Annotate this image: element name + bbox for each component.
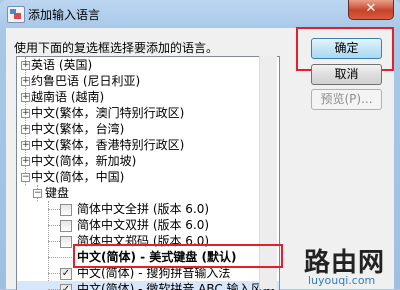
window-icon bbox=[7, 6, 25, 23]
tree-line bbox=[48, 273, 60, 274]
tree-item-label: 英语 (英国) bbox=[31, 58, 93, 72]
cancel-button[interactable]: 取消 bbox=[311, 64, 382, 85]
tree-item[interactable]: + 中文(繁体，澳门特别行政区) bbox=[17, 105, 279, 122]
expand-icon[interactable]: + bbox=[21, 141, 30, 150]
expand-icon[interactable]: + bbox=[21, 77, 30, 86]
tree-item-label: 中文(简体，新加坡) bbox=[31, 154, 137, 168]
add-input-language-dialog: 添加输入语言 ✕ 使用下面的复选框选择要添加的语言。 + 英语 (英国) + 约… bbox=[0, 0, 400, 290]
tree-item-label: 键盘 bbox=[45, 186, 70, 200]
collapse-icon[interactable]: − bbox=[21, 173, 30, 182]
watermark: 路由网 luyouqi.com bbox=[286, 242, 400, 289]
expand-icon[interactable]: + bbox=[21, 109, 30, 118]
collapse-icon[interactable]: − bbox=[33, 189, 42, 198]
tree-item[interactable]: + 中文(繁体，香港特别行政区) bbox=[17, 137, 279, 154]
keyboard-checkbox[interactable]: ✓ bbox=[60, 284, 72, 290]
keyboard-checkbox[interactable] bbox=[60, 236, 72, 248]
keyboard-label: 简体中文双拼 (版本 6.0) bbox=[77, 218, 210, 232]
expand-icon[interactable]: + bbox=[21, 157, 30, 166]
tree-item[interactable]: + 英语 (英国) bbox=[17, 57, 279, 74]
tree-line bbox=[48, 225, 60, 226]
tree-line bbox=[48, 257, 74, 258]
keyboard-item[interactable]: 简体中文全拼 (版本 6.0) bbox=[17, 201, 279, 218]
tree-item-label: 越南语 (越南) bbox=[31, 90, 105, 104]
preview-button[interactable]: 预览(P)... bbox=[311, 89, 382, 110]
tree-item[interactable]: + 越南语 (越南) bbox=[17, 89, 279, 106]
expand-icon[interactable]: + bbox=[21, 93, 30, 102]
keyboard-checkbox[interactable] bbox=[60, 204, 72, 216]
ok-button[interactable]: 确定 bbox=[311, 38, 382, 59]
tree-item-label: 约鲁巴语 (尼日利亚) bbox=[31, 74, 141, 88]
watermark-url: luyouqi.com bbox=[308, 274, 376, 287]
tree-item-expanded[interactable]: − 中文(简体，中国) bbox=[17, 169, 279, 186]
keyboard-label: 简体中文全拼 (版本 6.0) bbox=[77, 202, 210, 216]
tree-item-label: 中文(简体，中国) bbox=[31, 170, 125, 184]
tree-item-keyboard-group[interactable]: − 键盘 bbox=[17, 185, 279, 202]
tree-item-label: 中文(繁体，台湾) bbox=[31, 122, 125, 136]
close-button[interactable]: ✕ bbox=[348, 0, 394, 20]
instruction-text: 使用下面的复选框选择要添加的语言。 bbox=[14, 41, 219, 55]
tree-item[interactable]: + 约鲁巴语 (尼日利亚) bbox=[17, 73, 279, 90]
tree-line bbox=[48, 209, 60, 210]
expand-icon[interactable]: + bbox=[21, 61, 30, 70]
keyboard-item[interactable]: 简体中文双拼 (版本 6.0) bbox=[17, 217, 279, 234]
title-bar: 添加输入语言 ✕ bbox=[0, 0, 400, 28]
window-title: 添加输入语言 bbox=[28, 8, 101, 22]
tree-item-label: 中文(繁体，香港特别行政区) bbox=[31, 138, 185, 152]
keyboard-checkbox[interactable] bbox=[60, 220, 72, 232]
tree-item[interactable]: + 中文(繁体，台湾) bbox=[17, 121, 279, 138]
keyboard-checkbox[interactable]: ✓ bbox=[60, 268, 72, 280]
tree-item[interactable]: + 中文(简体，新加坡) bbox=[17, 153, 279, 170]
tree-line bbox=[48, 241, 60, 242]
row-highlight-box bbox=[73, 244, 283, 268]
tree-item-label: 中文(繁体，澳门特别行政区) bbox=[31, 106, 185, 120]
expand-icon[interactable]: + bbox=[21, 125, 30, 134]
